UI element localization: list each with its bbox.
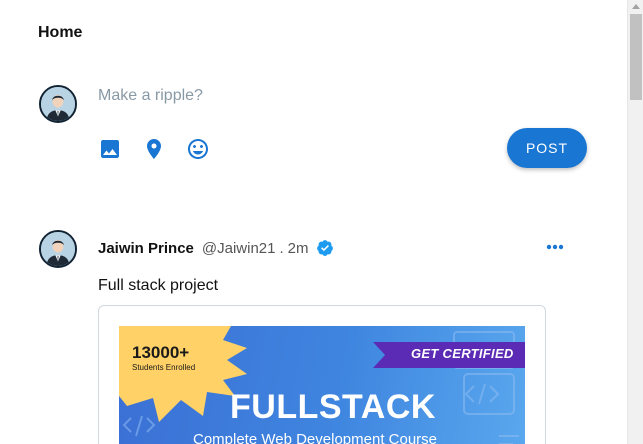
verified-badge-icon — [316, 239, 334, 257]
location-icon[interactable] — [142, 137, 166, 161]
scrollbar-thumb[interactable] — [630, 14, 642, 100]
more-options-icon[interactable] — [544, 240, 566, 254]
course-banner-image: 13000+ Students Enrolled GET CERTIFIED F… — [119, 326, 525, 444]
avatar-person-icon — [41, 232, 75, 266]
image-icon[interactable] — [98, 137, 122, 161]
page-title: Home — [38, 24, 83, 41]
main-feed: Home POST Jaiwin Prince — [0, 0, 627, 444]
post-button[interactable]: POST — [507, 128, 587, 168]
post-timestamp: 2m — [287, 239, 309, 257]
post-text: Full stack project — [98, 277, 219, 294]
post-separator: . — [279, 239, 284, 257]
post-avatar[interactable] — [39, 230, 77, 268]
post-header: Jaiwin Prince @Jaiwin21 . 2m — [98, 238, 334, 258]
banner-subtitle: Complete Web Development Course — [193, 431, 438, 444]
post-media[interactable]: 13000+ Students Enrolled GET CERTIFIED F… — [98, 305, 546, 444]
banner-student-label: Students Enrolled — [132, 363, 196, 372]
banner-student-count: 13000+ — [132, 343, 190, 362]
compose-input[interactable] — [98, 87, 518, 105]
post-handle[interactable]: @Jaiwin21 — [202, 240, 276, 257]
banner-title: FULLSTACK — [230, 388, 436, 426]
avatar-person-icon — [41, 87, 75, 121]
vertical-scrollbar[interactable] — [627, 0, 643, 444]
scroll-up-arrow-icon[interactable] — [632, 4, 640, 9]
banner-ribbon-text: GET CERTIFIED — [411, 346, 514, 361]
composer-avatar — [39, 85, 77, 123]
post-display-name[interactable]: Jaiwin Prince — [98, 240, 194, 257]
emoji-icon[interactable] — [186, 137, 210, 161]
